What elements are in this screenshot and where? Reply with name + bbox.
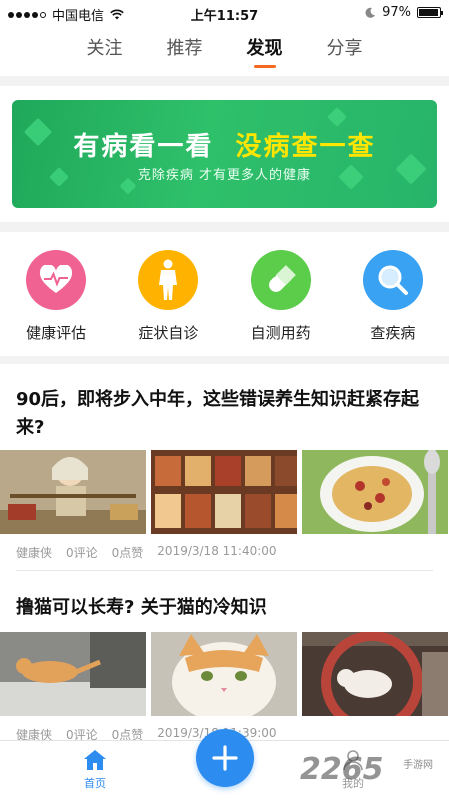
article-comments: 0评论 (66, 546, 98, 560)
tab-share[interactable]: 分享 (327, 34, 363, 68)
body-figure-icon (138, 250, 199, 310)
article-image (151, 632, 297, 716)
article-author: 健康侠 (16, 546, 53, 560)
cube-decoration (327, 107, 347, 127)
battery-icon (417, 7, 443, 18)
article-title[interactable]: 90后，即将步入中年，这些错误养生知识赶紧存起来? (16, 386, 426, 442)
banner-title-part2: 没病查一查 (235, 132, 376, 162)
watermark-site: 手游网 (403, 760, 433, 771)
entry-label: 健康评估 (26, 324, 87, 342)
tab-discover[interactable]: 发现 (247, 34, 283, 68)
article-thumbs (0, 632, 449, 716)
magnifier-icon (362, 250, 423, 310)
article-image (151, 450, 297, 534)
article-image (0, 450, 146, 534)
banner-title: 有病看一看 没病查一查 (12, 126, 437, 163)
article-time: 2019/3/18 11:40:00 (157, 544, 277, 558)
article-title[interactable]: 撸猫可以长寿? 关于猫的冷知识 (16, 594, 426, 622)
tab-recommend[interactable]: 推荐 (167, 34, 203, 68)
entry-label: 查疾病 (370, 324, 416, 342)
nav-home[interactable]: 首页 (70, 749, 120, 791)
status-bar: 中国电信 上午11:57 97% (0, 0, 449, 26)
article-meta: 健康侠 0评论 0点赞 2019/3/18 11:40:00 (16, 544, 277, 561)
moon-icon (365, 7, 376, 18)
promo-banner[interactable]: 有病看一看 没病查一查 克除疾病 才有更多人的健康 (12, 100, 437, 208)
entry-health-assessment[interactable]: 健康评估 (0, 232, 112, 356)
article-likes: 0点赞 (111, 728, 144, 740)
battery-fill (419, 9, 439, 16)
heart-pulse-icon (26, 250, 87, 310)
battery-percent: 97% (382, 5, 411, 20)
article-list: 90后，即将步入中年，这些错误养生知识赶紧存起来? 健康侠 0评论 0点赞 20… (0, 364, 449, 740)
article-author: 健康侠 (16, 728, 53, 740)
article-likes: 0点赞 (111, 546, 144, 560)
article-thumbs (0, 450, 449, 534)
banner-subtitle: 克除疾病 才有更多人的健康 (137, 168, 312, 183)
entry-self-medication[interactable]: 自测用药 (225, 232, 337, 356)
article-image (302, 632, 448, 716)
tab-follow[interactable]: 关注 (87, 34, 123, 68)
entry-label: 自测用药 (250, 324, 311, 342)
plus-icon (212, 745, 238, 771)
top-tabs: 关注 推荐 发现 分享 (0, 26, 449, 76)
divider (16, 570, 433, 571)
home-icon (84, 750, 106, 770)
nav-home-label: 首页 (84, 777, 106, 790)
banner-title-part1: 有病看一看 (73, 132, 214, 162)
article-image (0, 632, 146, 716)
quick-entries: 健康评估 症状自诊 自测用药 查疾病 (0, 232, 449, 356)
article-image (302, 450, 448, 534)
add-button[interactable] (196, 729, 254, 787)
article-comments: 0评论 (66, 728, 98, 740)
banner-section: 有病看一看 没病查一查 克除疾病 才有更多人的健康 (0, 86, 449, 222)
entry-symptom-check[interactable]: 症状自诊 (112, 232, 224, 356)
pill-icon (250, 250, 311, 310)
entry-disease-lookup[interactable]: 查疾病 (337, 232, 449, 356)
watermark-logo: 2265 (300, 752, 384, 787)
status-right: 97% (365, 5, 443, 20)
entry-label: 症状自诊 (138, 324, 199, 342)
